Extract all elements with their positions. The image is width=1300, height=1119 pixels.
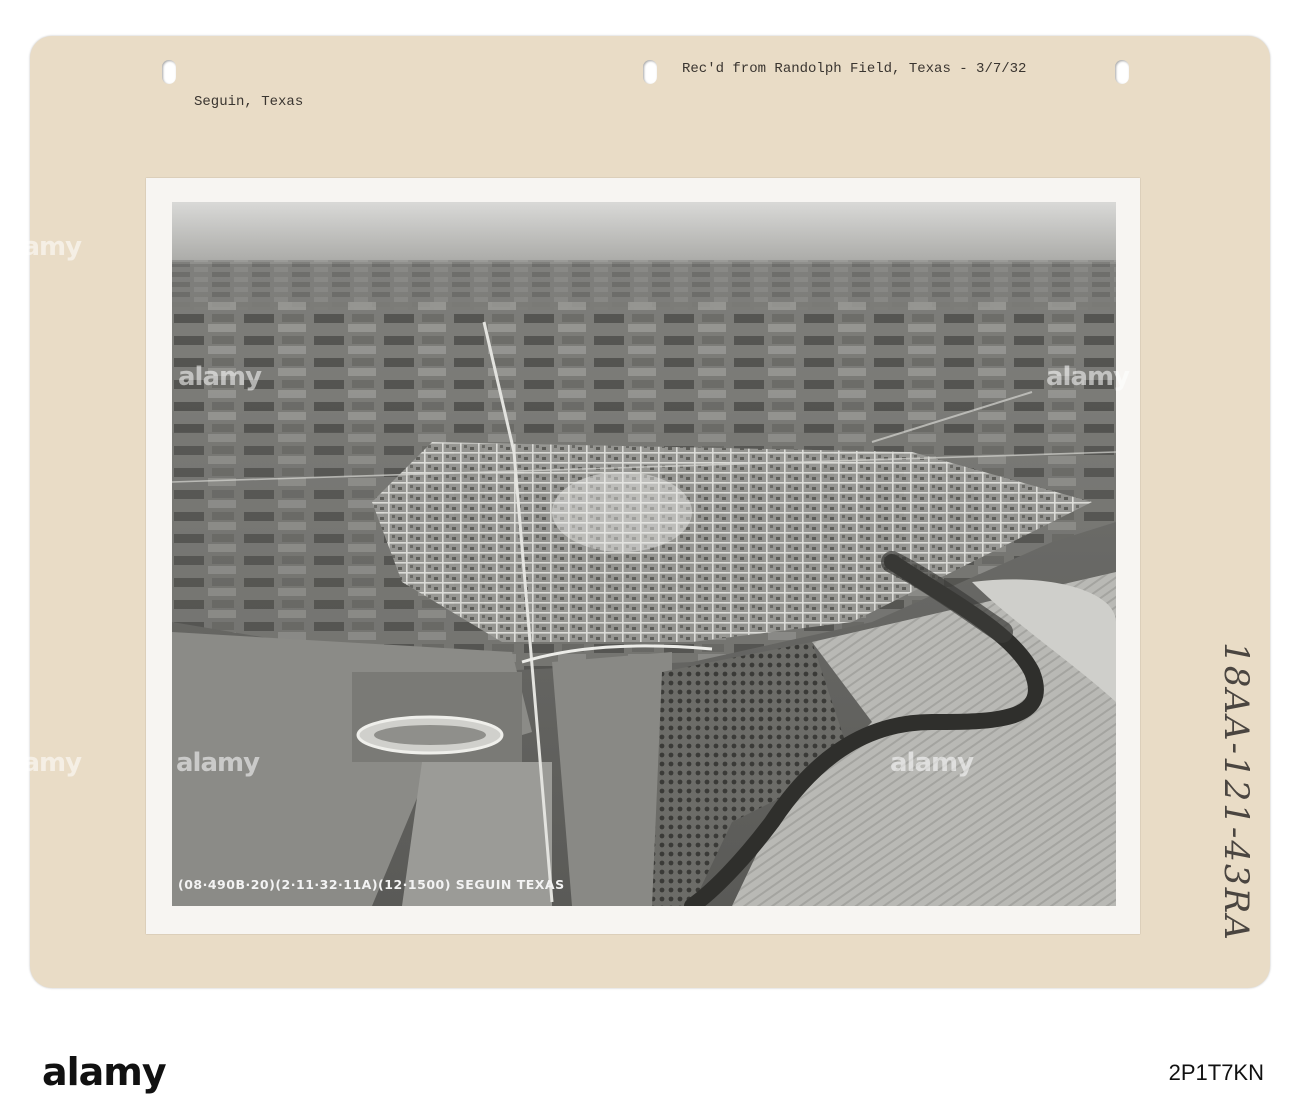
watermark: alamy — [888, 0, 972, 24]
aerial-view-seguin — [172, 202, 1116, 906]
photo-caption: (08·490B·20)(2·11·32·11A)(12·1500) SEGUI… — [178, 877, 565, 892]
binder-hole-right — [1115, 60, 1129, 84]
stock-footer: alamy 2P1T7KN — [0, 1030, 1300, 1119]
binder-hole-left — [162, 60, 176, 84]
alamy-logo: alamy — [42, 1050, 167, 1094]
location-label: Seguin, Texas — [194, 94, 304, 110]
watermark: alamy — [432, 0, 516, 24]
received-note: Rec'd from Randolph Field, Texas - 3/7/3… — [682, 61, 1027, 77]
photo-print: (08·490B·20)(2·11·32·11A)(12·1500) SEGUI… — [146, 178, 1140, 934]
watermark: alamy — [10, 0, 94, 24]
aerial-photograph: (08·490B·20)(2·11·32·11A)(12·1500) SEGUI… — [172, 202, 1116, 906]
stock-image-id: 2P1T7KN — [1168, 1060, 1264, 1085]
binder-hole-center — [643, 60, 657, 84]
handwritten-catalog-number: 18AA-121-43RA — [1216, 642, 1256, 942]
